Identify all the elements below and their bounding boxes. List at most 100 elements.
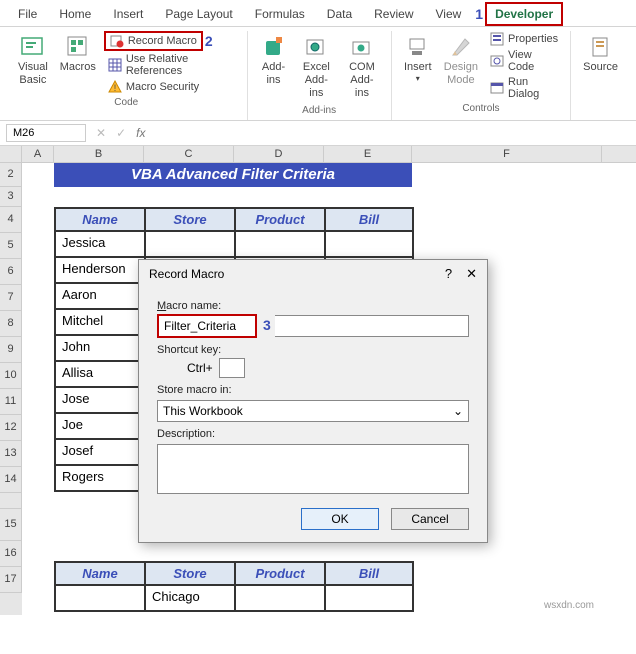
- cell-name[interactable]: Henderson: [55, 257, 145, 283]
- col-D[interactable]: D: [234, 146, 324, 162]
- macro-name-input[interactable]: [157, 314, 257, 338]
- use-relative-button[interactable]: Use Relative References: [104, 52, 239, 78]
- group-code: Visual Basic Macros Record Macro 2 Use R…: [6, 31, 248, 120]
- row-3[interactable]: 3: [0, 187, 22, 207]
- tab-pagelayout[interactable]: Page Layout: [155, 2, 242, 26]
- col-A[interactable]: A: [22, 146, 54, 162]
- tab-data[interactable]: Data: [317, 2, 362, 26]
- cell-name[interactable]: Rogers: [55, 465, 145, 491]
- cancel-button[interactable]: Cancel: [391, 508, 469, 530]
- macros-button[interactable]: Macros: [56, 31, 100, 76]
- record-macro-button[interactable]: Record Macro: [104, 31, 203, 51]
- insert-control-button[interactable]: Insert▾: [400, 31, 436, 86]
- excel-addins-icon: [302, 33, 330, 61]
- grid-icon: [108, 58, 122, 72]
- col-B[interactable]: B: [54, 146, 144, 162]
- header-name[interactable]: Name: [55, 562, 145, 585]
- cell-name[interactable]: Allisa: [55, 361, 145, 387]
- name-box[interactable]: M26: [6, 124, 86, 142]
- visual-basic-icon: [19, 33, 47, 61]
- annotation-2: 2: [205, 33, 213, 49]
- crit-bill[interactable]: [325, 585, 413, 611]
- crit-product[interactable]: [235, 585, 325, 611]
- dialog-help-button[interactable]: ?: [445, 266, 452, 282]
- tab-insert[interactable]: Insert: [103, 2, 153, 26]
- source-button[interactable]: Source: [579, 31, 622, 76]
- svg-text:!: !: [114, 83, 117, 93]
- cell-name[interactable]: Joe: [55, 413, 145, 439]
- header-store[interactable]: Store: [145, 562, 235, 585]
- visual-basic-button[interactable]: Visual Basic: [14, 31, 52, 89]
- criteria-table: NameStoreProductBill Chicago: [54, 561, 414, 612]
- fx-label[interactable]: fx: [136, 126, 145, 140]
- header-store[interactable]: Store: [145, 208, 235, 231]
- com-addins-button[interactable]: COM Add-ins: [341, 31, 383, 103]
- crit-name[interactable]: [55, 585, 145, 611]
- table-row: Jessica: [55, 231, 413, 257]
- row-5[interactable]: 5: [0, 233, 22, 259]
- col-E[interactable]: E: [324, 146, 412, 162]
- cell-name[interactable]: Josef: [55, 439, 145, 465]
- sheet-title: VBA Advanced Filter Criteria: [54, 163, 412, 187]
- cell-name[interactable]: Mitchel: [55, 309, 145, 335]
- watermark: wsxdn.com: [544, 600, 594, 611]
- row-15[interactable]: 15: [0, 509, 22, 541]
- header-bill[interactable]: Bill: [325, 562, 413, 585]
- annotation-3: 3: [263, 317, 271, 333]
- cell-name[interactable]: Aaron: [55, 283, 145, 309]
- crit-store[interactable]: Chicago: [145, 585, 235, 611]
- tab-home[interactable]: Home: [49, 2, 101, 26]
- design-mode-button[interactable]: Design Mode: [440, 31, 482, 89]
- excel-addins-button[interactable]: Excel Add-ins: [296, 31, 338, 103]
- col-F[interactable]: F: [412, 146, 602, 162]
- properties-button[interactable]: Properties: [486, 31, 562, 47]
- cell-name[interactable]: Jessica: [55, 231, 145, 257]
- group-addins-label: Add-ins: [302, 103, 336, 120]
- view-code-button[interactable]: View Code: [486, 48, 562, 74]
- row-2[interactable]: 2: [0, 163, 22, 187]
- view-code-icon: [490, 54, 504, 68]
- row-7[interactable]: 7: [0, 285, 22, 311]
- description-label: Description:: [157, 428, 469, 440]
- tab-view[interactable]: View: [426, 2, 472, 26]
- tab-developer[interactable]: Developer: [485, 2, 563, 26]
- description-input[interactable]: [157, 444, 469, 494]
- macro-security-button[interactable]: ! Macro Security: [104, 79, 239, 95]
- addins-button[interactable]: Add- ins: [256, 31, 292, 89]
- row-4[interactable]: 4: [0, 207, 22, 233]
- row-6[interactable]: 6: [0, 259, 22, 285]
- ok-button[interactable]: OK: [301, 508, 379, 530]
- spreadsheet-grid: A B C D E F 234567891011121314151617 VBA…: [0, 146, 636, 615]
- header-bill[interactable]: Bill: [325, 208, 413, 231]
- group-code-label: Code: [114, 95, 138, 112]
- row-17[interactable]: 17: [0, 567, 22, 593]
- row-10[interactable]: 10: [0, 363, 22, 389]
- shortcut-key-input[interactable]: [219, 358, 245, 378]
- row-8[interactable]: 8: [0, 311, 22, 337]
- row-9[interactable]: 9: [0, 337, 22, 363]
- run-dialog-button[interactable]: Run Dialog: [486, 75, 562, 101]
- cell-name[interactable]: Jose: [55, 387, 145, 413]
- row-11[interactable]: 11: [0, 389, 22, 415]
- tab-file[interactable]: File: [8, 2, 47, 26]
- store-macro-select[interactable]: This Workbook⌄: [157, 400, 469, 422]
- header-product[interactable]: Product: [235, 562, 325, 585]
- row-13[interactable]: 13: [0, 441, 22, 467]
- header-product[interactable]: Product: [235, 208, 325, 231]
- warning-icon: !: [108, 80, 122, 94]
- row-[interactable]: [0, 493, 22, 509]
- cell-name[interactable]: John: [55, 335, 145, 361]
- column-headers: A B C D E F: [0, 146, 636, 163]
- dialog-close-button[interactable]: ✕: [466, 266, 477, 282]
- record-icon: [110, 34, 124, 48]
- tab-formulas[interactable]: Formulas: [245, 2, 315, 26]
- header-name[interactable]: Name: [55, 208, 145, 231]
- macros-icon: [64, 33, 92, 61]
- col-C[interactable]: C: [144, 146, 234, 162]
- tab-review[interactable]: Review: [364, 2, 423, 26]
- row-12[interactable]: 12: [0, 415, 22, 441]
- row-16[interactable]: 16: [0, 541, 22, 567]
- row-14[interactable]: 14: [0, 467, 22, 493]
- annotation-1: 1: [475, 6, 483, 22]
- select-all[interactable]: [0, 146, 22, 162]
